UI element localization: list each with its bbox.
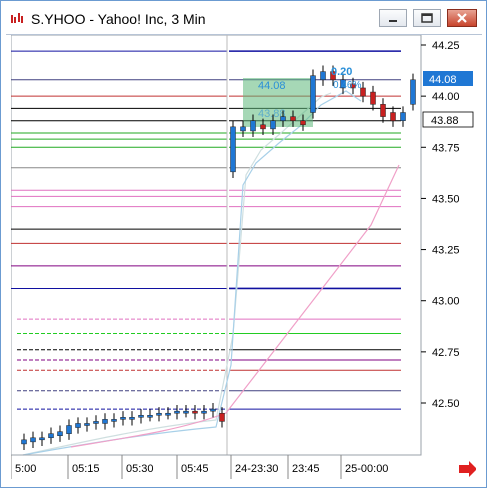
candle-up	[48, 433, 54, 439]
candle-up	[210, 408, 216, 412]
candle-up	[129, 417, 135, 420]
time-tick-label: 05:45	[181, 463, 209, 475]
time-axis[interactable]: 5:00 05:15 05:30 05:45 24-23:30 23:45 25-00:00	[11, 454, 421, 479]
last-price-text: 44.08	[429, 74, 457, 86]
candle-down	[380, 104, 386, 117]
bid-price-badge: 43.88	[422, 111, 474, 128]
candle-up	[39, 437, 45, 441]
time-tick-label: 25-00:00	[345, 463, 388, 475]
candle-up	[165, 412, 171, 416]
candle-up	[84, 423, 90, 426]
candle-down	[260, 124, 266, 130]
price-tick-label: 44.25	[432, 40, 460, 52]
candle-up	[138, 415, 144, 418]
minimize-button[interactable]	[379, 9, 407, 27]
candle-down	[219, 412, 225, 422]
candle-up	[230, 126, 236, 173]
scroll-right-arrow-icon	[459, 461, 476, 477]
candle-up	[310, 75, 316, 113]
candle-up	[320, 71, 326, 81]
candle-up	[270, 120, 276, 130]
close-icon	[457, 13, 467, 23]
bid-price-text: 43.88	[431, 115, 459, 127]
candle-up	[93, 421, 99, 424]
price-tick-label: 42.50	[432, 398, 460, 410]
candle-down	[390, 112, 396, 121]
candle-up	[66, 425, 72, 434]
candle-up	[102, 419, 108, 424]
window-title: S.YHOO - Yahoo! Inc, 3 Min	[31, 11, 206, 27]
minimize-icon	[389, 20, 397, 22]
candle-down	[370, 91, 376, 105]
price-tick-label: 43.50	[432, 193, 460, 205]
candle-up	[21, 439, 27, 445]
candle-down	[192, 410, 198, 414]
restore-icon	[421, 13, 433, 23]
price-tick-label: 42.75	[432, 347, 460, 359]
time-tick-label: 23:45	[292, 463, 320, 475]
time-tick-label: 05:30	[126, 463, 154, 475]
tooltip-pct: 0.46%	[333, 80, 361, 91]
last-price-badge: 44.08	[423, 71, 473, 86]
scroll-right-button[interactable]	[459, 461, 476, 477]
candle-down	[300, 120, 306, 126]
candle-up	[410, 79, 416, 105]
candle-up	[280, 116, 286, 121]
tooltip-value: 0.20	[331, 66, 352, 78]
candle-up	[174, 410, 180, 414]
candle-up	[120, 417, 126, 420]
candle-up	[147, 415, 153, 418]
title-bar[interactable]: S.YHOO - Yahoo! Inc, 3 Min	[1, 1, 486, 34]
candle-up	[250, 120, 256, 132]
candle-down	[290, 116, 296, 121]
box-price-label: 44.08	[258, 80, 286, 92]
candle-up	[183, 410, 189, 414]
plot-frame	[11, 35, 422, 456]
candle-up	[30, 437, 36, 443]
time-tick-label: 5:00	[15, 463, 36, 475]
chart-window: S.YHOO - Yahoo! Inc, 3 Min 44.08 43.88 0…	[0, 0, 487, 488]
price-axis[interactable]: 44.25 44.00 43.75 43.50 43.25 43.00 42.75 42.50	[421, 40, 460, 410]
chart-app-icon	[10, 12, 25, 26]
price-tick-label: 43.25	[432, 245, 460, 257]
time-tick-label: 24-23:30	[235, 463, 278, 475]
candle-up	[240, 126, 246, 132]
price-chart[interactable]: 44.08 43.88 0.20 0.46% 44.25 44.00 43.75 43…	[11, 35, 476, 479]
candle-up	[156, 412, 162, 416]
price-tick-label: 44.00	[432, 91, 460, 103]
time-tick-label: 05:15	[72, 463, 100, 475]
price-tick-label: 43.75	[432, 142, 460, 154]
candle-up	[400, 112, 406, 121]
candle-up	[57, 431, 63, 436]
candle-up	[75, 423, 81, 428]
restore-button[interactable]	[413, 9, 441, 27]
close-button[interactable]	[447, 9, 477, 27]
price-tick-label: 43.00	[432, 296, 460, 308]
candle-up	[111, 419, 117, 422]
candle-up	[201, 410, 207, 414]
